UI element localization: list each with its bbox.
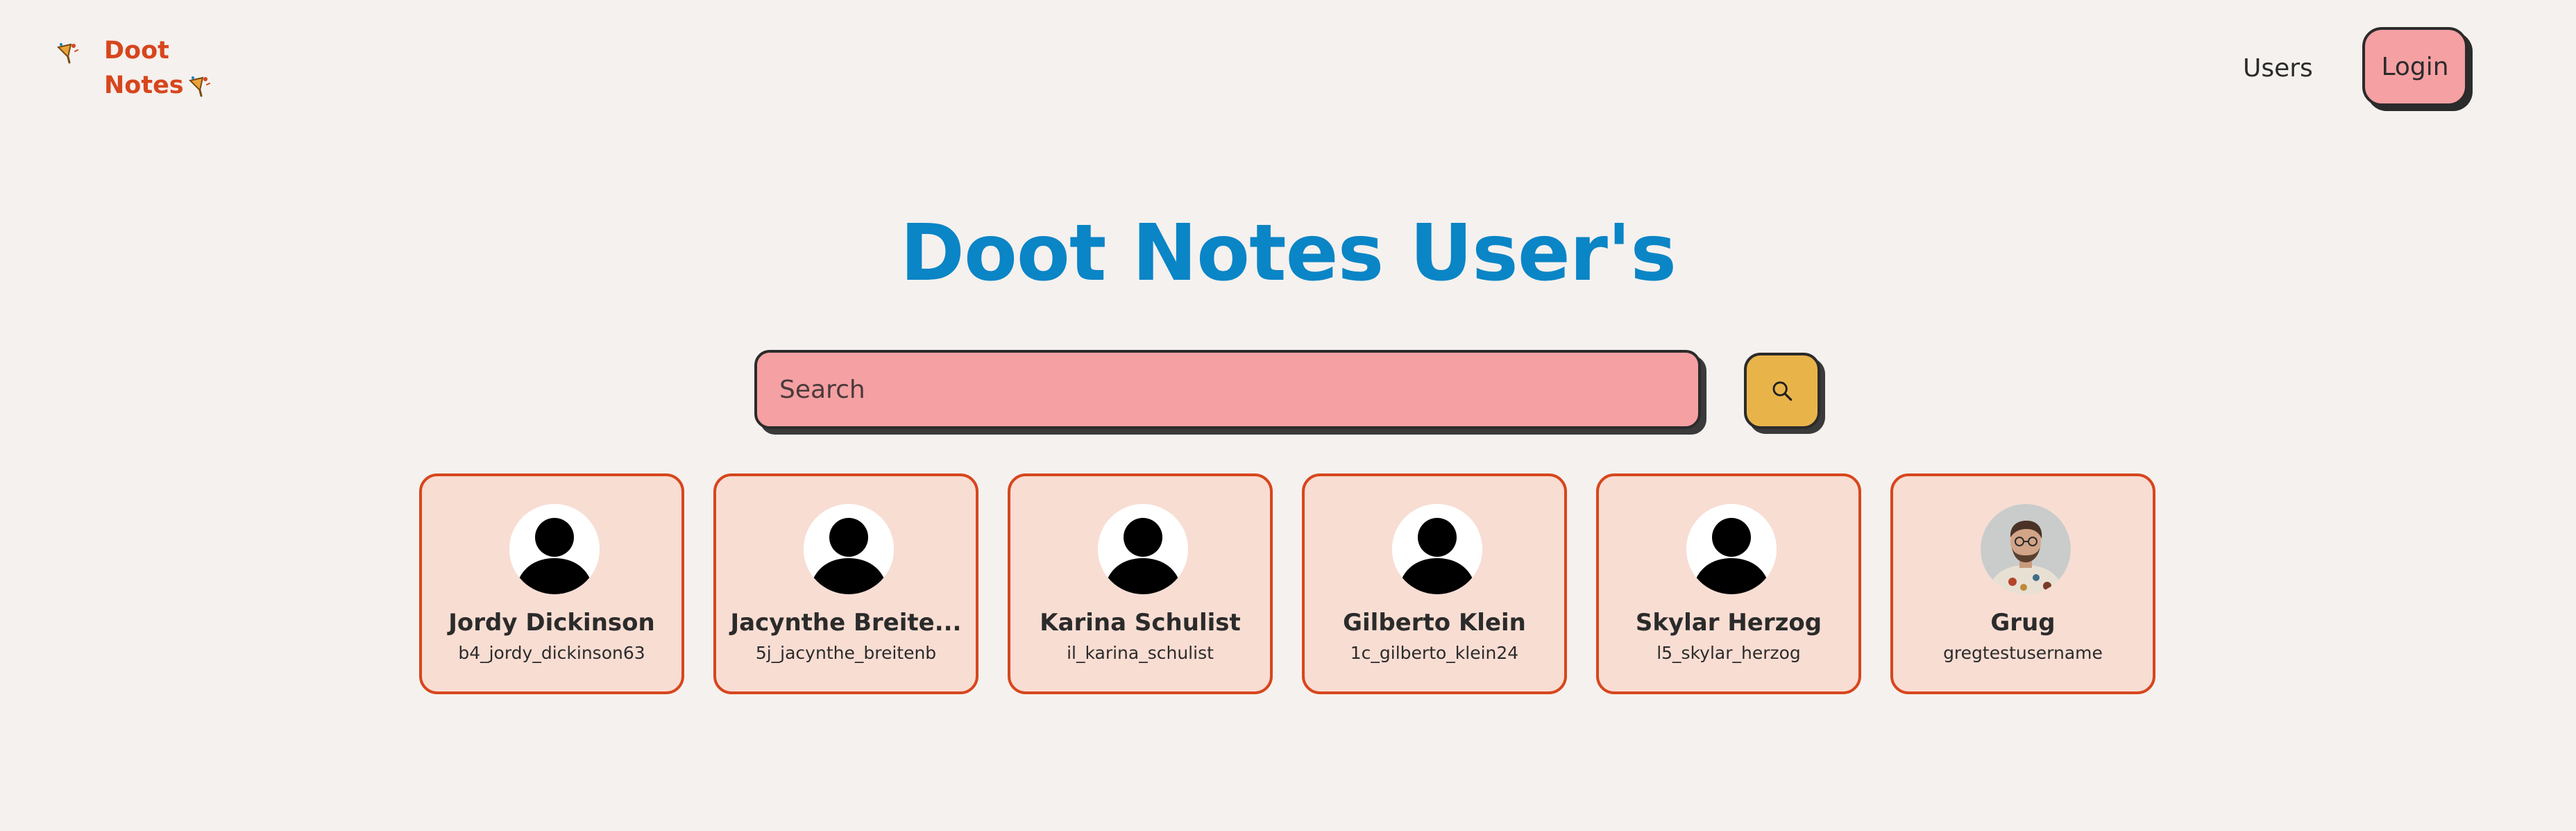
user-card[interactable]: Jordy Dickinson b4_jordy_dickinson63: [419, 473, 684, 694]
user-card[interactable]: Gilberto Klein 1c_gilberto_klein24: [1302, 473, 1567, 694]
user-username: l5_skylar_herzog: [1656, 643, 1801, 663]
user-card[interactable]: Skylar Herzog l5_skylar_herzog: [1596, 473, 1861, 694]
user-name: Jacynthe Breite...: [730, 609, 962, 637]
user-name: Grug: [1990, 609, 2056, 637]
user-username: il_karina_schulist: [1067, 643, 1214, 663]
default-avatar-icon: [1098, 504, 1188, 594]
user-username: 1c_gilberto_klein24: [1350, 643, 1519, 663]
photo-avatar: [1981, 504, 2071, 594]
user-username: b4_jordy_dickinson63: [458, 643, 645, 663]
login-button-label: Login: [2381, 52, 2449, 81]
party-horn-icon: [189, 76, 210, 97]
brand-name-line2: Notes: [104, 72, 184, 99]
search-icon: [1772, 381, 1793, 401]
page-title: Doot Notes User's: [900, 208, 1677, 299]
user-name: Skylar Herzog: [1635, 609, 1822, 637]
user-card-grid: Jordy Dickinson b4_jordy_dickinson63 Jac…: [419, 473, 2157, 696]
user-card[interactable]: Grug gregtestusername: [1890, 473, 2155, 694]
search-input[interactable]: [754, 350, 1701, 429]
default-avatar-icon: [804, 504, 894, 594]
user-name: Karina Schulist: [1040, 609, 1241, 637]
nav-users-link[interactable]: Users: [2243, 51, 2313, 86]
user-username: 5j_jacynthe_breitenb: [755, 643, 937, 663]
user-card[interactable]: Karina Schulist il_karina_schulist: [1008, 473, 1273, 694]
search-button[interactable]: [1744, 353, 1820, 429]
user-card[interactable]: Jacynthe Breite... 5j_jacynthe_breitenb: [713, 473, 978, 694]
brand-name-line1: Doot: [104, 37, 169, 65]
default-avatar-icon: [509, 504, 600, 594]
default-avatar-icon: [1392, 504, 1482, 594]
login-button[interactable]: Login: [2362, 27, 2468, 106]
user-name: Gilberto Klein: [1343, 609, 1526, 637]
user-username: gregtestusername: [1943, 643, 2103, 663]
default-avatar-icon: [1686, 504, 1777, 594]
brand-logo[interactable]: Doot Notes: [53, 32, 233, 108]
user-name: Jordy Dickinson: [448, 609, 655, 637]
party-horn-icon: [57, 43, 78, 64]
